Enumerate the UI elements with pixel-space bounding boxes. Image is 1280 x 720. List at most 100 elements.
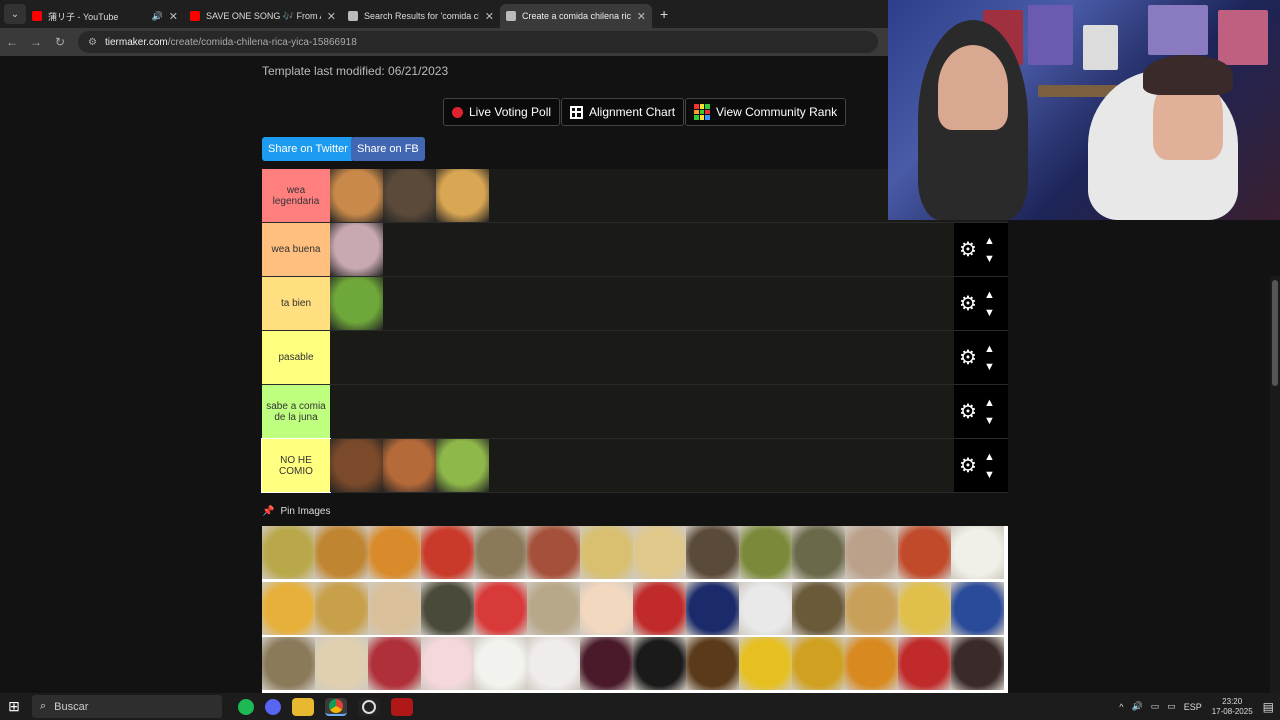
share-fb-button[interactable]: Share on FB [351,137,425,161]
pool-food-image[interactable] [527,637,580,691]
pool-food-image[interactable] [421,637,474,691]
pool-food-image[interactable] [739,637,792,691]
back-icon[interactable]: ← [0,35,24,49]
pool-food-image[interactable] [368,526,421,579]
move-up-icon[interactable]: ▲ [984,448,995,466]
move-down-icon[interactable]: ▼ [984,412,995,430]
gear-icon[interactable]: ⚙ [958,348,978,368]
gear-icon[interactable]: ⚙ [958,456,978,476]
pool-food-image[interactable] [686,581,739,635]
pool-food-image[interactable] [580,637,633,691]
tier-items-dropzone[interactable] [330,277,954,330]
tier-label[interactable]: pasable [262,331,330,384]
taskbar-search-input[interactable]: ⌕ Buscar [32,695,222,718]
tier-label[interactable]: wea legendaria [262,169,330,222]
tab-close-icon[interactable]: ✕ [485,10,494,23]
food-image[interactable] [330,439,383,492]
move-up-icon[interactable]: ▲ [984,232,995,250]
pool-food-image[interactable] [845,581,898,635]
browser-tab[interactable]: 蒲リ子 - YouTube 🔊 ✕ [26,4,184,28]
pool-food-image[interactable] [951,581,1004,635]
move-up-icon[interactable]: ▲ [984,286,995,304]
food-image[interactable] [330,223,383,276]
tab-close-icon[interactable]: ✕ [327,10,336,23]
pool-food-image[interactable] [792,637,845,691]
tier-label[interactable]: wea buena [262,223,330,276]
pool-food-image[interactable] [262,637,315,691]
food-image[interactable] [383,169,436,222]
pool-food-image[interactable] [898,637,951,691]
pool-food-image[interactable] [792,581,845,635]
network-icon[interactable]: ▭ [1151,701,1160,712]
food-image[interactable] [436,169,489,222]
pool-food-image[interactable] [580,526,633,579]
food-image[interactable] [330,169,383,222]
move-down-icon[interactable]: ▼ [984,304,995,322]
file-explorer-icon[interactable] [292,697,314,716]
pool-food-image[interactable] [951,637,1004,691]
pool-food-image[interactable] [686,637,739,691]
scrollbar-thumb[interactable] [1272,280,1278,386]
obs-icon[interactable] [358,697,380,716]
gear-icon[interactable]: ⚙ [958,402,978,422]
browser-tab[interactable]: Create a comida chilena rica yic ✕ [500,4,652,28]
share-twitter-button[interactable]: Share on Twitter [262,137,354,161]
alignment-chart-button[interactable]: Alignment Chart [561,98,685,126]
pool-food-image[interactable] [633,581,686,635]
pool-food-image[interactable] [527,526,580,579]
pool-food-image[interactable] [474,581,527,635]
pool-food-image[interactable] [474,637,527,691]
notifications-icon[interactable]: ▤ [1263,700,1274,714]
pool-food-image[interactable] [527,581,580,635]
pool-food-image[interactable] [633,526,686,579]
tab-search-button[interactable]: ⌄ [4,4,26,24]
battery-icon[interactable]: ▭ [1167,701,1176,712]
food-image[interactable] [330,277,383,330]
move-up-icon[interactable]: ▲ [984,394,995,412]
tray-overflow-icon[interactable]: ^ [1119,702,1123,712]
food-image[interactable] [436,439,489,492]
pool-food-image[interactable] [580,581,633,635]
pool-food-image[interactable] [474,526,527,579]
pool-food-image[interactable] [368,581,421,635]
volume-icon[interactable]: 🔊 [1131,701,1142,712]
url-field[interactable]: ⚙ tiermaker.com /create/comida-chilena-r… [78,31,878,53]
reload-icon[interactable]: ↻ [48,35,72,49]
tier-items-dropzone[interactable] [330,331,954,384]
tier-items-dropzone[interactable] [330,385,954,438]
tab-audio-icon[interactable]: 🔊 [152,11,163,22]
pin-images-toggle[interactable]: 📌 Pin Images [262,506,330,517]
language-indicator[interactable]: ESP [1184,702,1202,712]
spotify-icon[interactable] [238,698,254,715]
pool-food-image[interactable] [686,526,739,579]
pool-food-image[interactable] [898,526,951,579]
pool-food-image[interactable] [262,526,315,579]
chrome-icon[interactable] [325,697,347,716]
pool-food-image[interactable] [315,637,368,691]
tier-label[interactable]: NO HE COMIO [261,438,331,493]
gear-icon[interactable]: ⚙ [958,240,978,260]
tier-items-dropzone[interactable] [330,223,954,276]
food-image[interactable] [383,439,436,492]
pool-food-image[interactable] [845,637,898,691]
live-voting-poll-button[interactable]: Live Voting Poll [443,98,561,126]
windows-start-icon[interactable]: ⊞ [0,698,28,715]
tier-items-dropzone[interactable] [330,439,954,492]
pool-food-image[interactable] [898,581,951,635]
move-up-icon[interactable]: ▲ [984,340,995,358]
pool-food-image[interactable] [792,526,845,579]
pool-food-image[interactable] [262,581,315,635]
pool-food-image[interactable] [951,526,1004,579]
page-scrollbar[interactable] [1270,276,1280,693]
pool-food-image[interactable] [421,526,474,579]
pool-food-image[interactable] [633,637,686,691]
move-down-icon[interactable]: ▼ [984,250,995,268]
pool-food-image[interactable] [739,581,792,635]
tab-close-icon[interactable]: ✕ [637,10,646,23]
browser-tab[interactable]: Search Results for 'comida chile ✕ [342,4,500,28]
taskbar-clock[interactable]: 23:20 17-08-2025 [1212,697,1253,717]
pool-food-image[interactable] [845,526,898,579]
pool-food-image[interactable] [421,581,474,635]
pool-food-image[interactable] [315,526,368,579]
site-info-icon[interactable]: ⚙ [88,37,97,48]
